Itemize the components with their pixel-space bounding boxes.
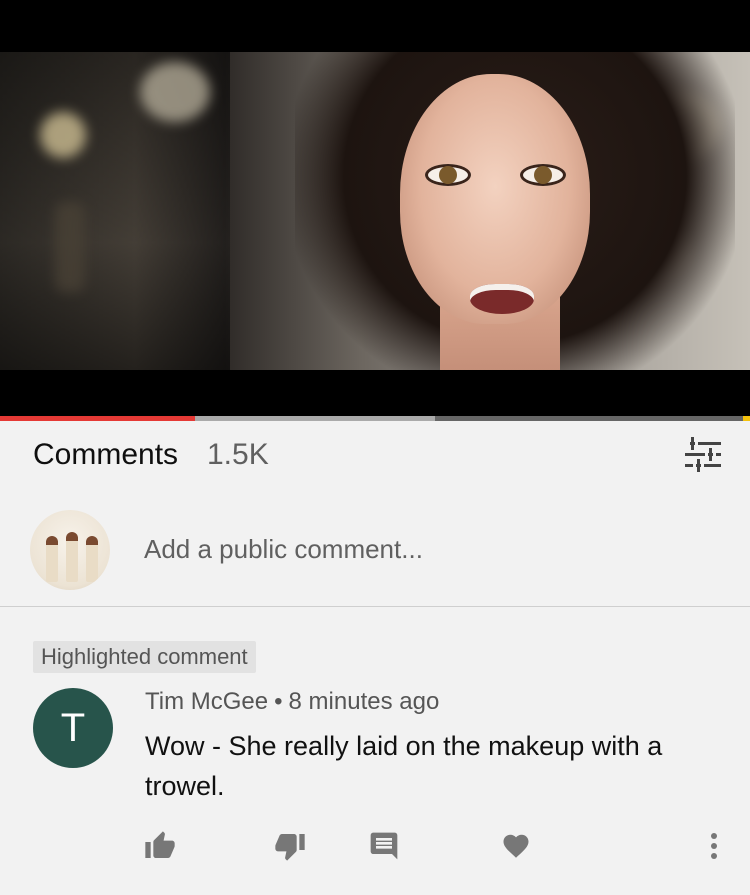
sort-filter-button[interactable] <box>683 436 723 474</box>
video-frame[interactable] <box>0 52 750 370</box>
dislike-button[interactable] <box>270 826 310 866</box>
reply-icon <box>370 832 398 860</box>
subject-eye <box>425 164 471 186</box>
subject-eye <box>520 164 566 186</box>
comment-meta: Tim McGee • 8 minutes ago <box>145 688 439 716</box>
like-button[interactable] <box>140 826 180 866</box>
comment-time: 8 minutes ago <box>288 688 440 715</box>
progress-end-marker <box>743 416 750 421</box>
user-avatar <box>30 510 110 590</box>
video-player[interactable] <box>0 0 750 418</box>
comment-actions <box>0 826 750 870</box>
more-options-button[interactable] <box>694 826 734 866</box>
buffered-bar <box>195 416 435 421</box>
heart-button[interactable] <box>496 826 536 866</box>
bokeh-light <box>55 202 85 292</box>
comment-author[interactable]: Tim McGee <box>145 688 268 715</box>
divider <box>0 606 750 607</box>
like-icon <box>145 831 175 858</box>
video-progress-bar[interactable] <box>0 416 750 421</box>
comments-count: 1.5K <box>207 438 269 471</box>
avatar-figure <box>46 536 58 582</box>
add-comment-input[interactable]: Add a public comment... <box>144 534 423 565</box>
heart-icon <box>503 834 529 858</box>
avatar-figure <box>66 532 78 582</box>
dislike-icon <box>275 834 305 861</box>
subject-mouth <box>470 284 534 314</box>
commenter-avatar[interactable]: T <box>33 688 113 768</box>
comments-header: Comments 1.5K <box>33 434 723 478</box>
more-options-icon <box>711 833 717 859</box>
avatar-figure <box>86 536 98 582</box>
highlighted-comment-badge: Highlighted comment <box>33 641 256 673</box>
comments-title: Comments <box>33 438 179 471</box>
sort-filter-icon <box>685 437 721 472</box>
add-comment-row[interactable]: Add a public comment... <box>30 508 720 592</box>
bokeh-light <box>140 62 210 122</box>
played-bar <box>0 416 195 421</box>
bokeh-light <box>40 112 86 158</box>
meta-separator: • <box>274 688 283 715</box>
reply-button[interactable] <box>364 826 404 866</box>
comment-text: Wow - She really laid on the makeup with… <box>145 731 663 801</box>
